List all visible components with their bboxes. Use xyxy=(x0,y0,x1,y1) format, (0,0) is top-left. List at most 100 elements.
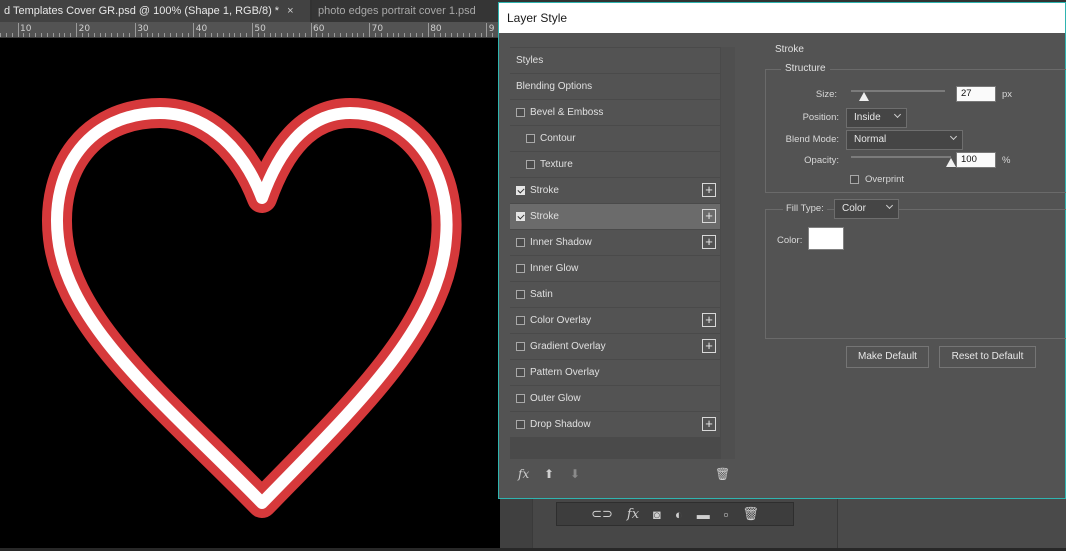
folder-icon[interactable]: ▬ xyxy=(697,507,710,522)
size-unit: px xyxy=(1002,89,1013,100)
style-item-label: Gradient Overlay xyxy=(530,341,606,352)
ruler-tick xyxy=(369,23,370,37)
document-tab-inactive[interactable]: photo edges portrait cover 1.psd xyxy=(312,0,500,22)
ruler-tick xyxy=(387,33,388,37)
make-default-button[interactable]: Make Default xyxy=(846,346,929,368)
link-icon[interactable]: ⊂⊃ xyxy=(591,506,613,522)
document-tab-active[interactable]: d Templates Cover GR.psd @ 100% (Shape 1… xyxy=(0,0,310,22)
ruler-tick xyxy=(217,33,218,37)
style-checkbox[interactable] xyxy=(516,212,525,221)
style-item[interactable]: Styles xyxy=(510,48,720,73)
ruler-tick xyxy=(463,33,464,37)
ruler-tick xyxy=(451,33,452,37)
ruler-tick xyxy=(12,33,13,37)
add-style-icon[interactable]: + xyxy=(702,235,716,249)
add-style-icon[interactable]: + xyxy=(702,209,716,223)
styles-list-scrollbar[interactable] xyxy=(721,47,735,459)
opacity-slider[interactable] xyxy=(851,156,951,158)
ruler-tick xyxy=(363,33,364,37)
style-checkbox[interactable] xyxy=(516,264,525,273)
add-style-icon[interactable]: + xyxy=(702,313,716,327)
style-checkbox[interactable] xyxy=(516,342,525,351)
style-checkbox[interactable] xyxy=(526,160,535,169)
fill-type-dropdown[interactable]: Color xyxy=(834,199,899,219)
style-item[interactable]: Contour xyxy=(510,126,720,151)
style-item-label: Contour xyxy=(540,133,576,144)
ruler-tick xyxy=(398,33,399,37)
opacity-slider-thumb[interactable] xyxy=(946,158,956,167)
opacity-input[interactable]: 100 xyxy=(956,152,996,168)
style-item[interactable]: Stroke + xyxy=(510,178,720,203)
opacity-label: Opacity: xyxy=(804,155,839,166)
style-checkbox[interactable] xyxy=(516,394,525,403)
style-item[interactable]: Drop Shadow + xyxy=(510,412,720,437)
style-item[interactable]: Inner Shadow + xyxy=(510,230,720,255)
ruler-tick xyxy=(199,33,200,37)
style-checkbox[interactable] xyxy=(526,134,535,143)
add-style-icon[interactable]: + xyxy=(702,339,716,353)
ruler-tick xyxy=(123,33,124,37)
blend-mode-dropdown[interactable]: Normal xyxy=(846,130,963,150)
ruler-tick xyxy=(445,33,446,37)
ruler-tick xyxy=(404,33,405,37)
ruler-tick xyxy=(311,23,312,37)
new-layer-icon[interactable]: ▫ xyxy=(724,507,729,522)
close-icon[interactable]: × xyxy=(287,0,293,22)
move-up-icon[interactable]: ⬆ xyxy=(544,467,554,481)
style-checkbox[interactable] xyxy=(516,290,525,299)
style-item[interactable]: Satin xyxy=(510,282,720,307)
style-checkbox[interactable] xyxy=(516,420,525,429)
ruler-tick xyxy=(434,33,435,37)
move-down-icon[interactable]: ⬇ xyxy=(570,467,580,481)
add-style-icon[interactable]: + xyxy=(702,183,716,197)
style-item[interactable]: Outer Glow xyxy=(510,386,720,411)
adjustment-icon[interactable]: ◐ xyxy=(675,507,683,522)
style-item[interactable]: Inner Glow xyxy=(510,256,720,281)
ruler-tick xyxy=(486,23,487,37)
color-swatch[interactable] xyxy=(808,227,844,250)
document-canvas[interactable] xyxy=(0,38,500,548)
overprint-checkbox[interactable] xyxy=(850,175,859,184)
fx-icon[interactable]: fx xyxy=(627,507,639,522)
style-checkbox[interactable] xyxy=(516,108,525,117)
ruler-tick xyxy=(188,33,189,37)
style-item[interactable]: Pattern Overlay xyxy=(510,360,720,385)
ruler-tick xyxy=(299,33,300,37)
reset-to-default-button[interactable]: Reset to Default xyxy=(939,346,1036,368)
trash-icon[interactable]: 🗑 xyxy=(742,506,759,522)
ruler-tick xyxy=(170,33,171,37)
ruler-tick xyxy=(340,33,341,37)
fill-type-label: Fill Type: xyxy=(783,203,827,214)
style-item[interactable]: Stroke + xyxy=(510,204,720,229)
document-tab-label: photo edges portrait cover 1.psd xyxy=(318,5,476,17)
style-item[interactable]: Gradient Overlay + xyxy=(510,334,720,359)
structure-title: Structure xyxy=(781,63,830,74)
heart-shape[interactable] xyxy=(0,38,500,548)
add-style-icon[interactable]: + xyxy=(702,417,716,431)
ruler-tick xyxy=(328,33,329,37)
ruler-tick xyxy=(147,33,148,37)
style-checkbox[interactable] xyxy=(516,368,525,377)
style-item[interactable]: Texture xyxy=(510,152,720,177)
dialog-title[interactable]: Layer Style xyxy=(499,3,1065,33)
style-item[interactable]: Color Overlay + xyxy=(510,308,720,333)
document-tab-label: d Templates Cover GR.psd @ 100% (Shape 1… xyxy=(4,5,280,17)
ruler-tick xyxy=(334,33,335,37)
trash-icon[interactable]: 🗑 xyxy=(715,467,730,481)
style-checkbox[interactable] xyxy=(516,186,525,195)
style-item[interactable]: Bevel & Emboss xyxy=(510,100,720,125)
position-dropdown[interactable]: Inside xyxy=(846,108,907,128)
style-checkbox[interactable] xyxy=(516,316,525,325)
size-slider-thumb[interactable] xyxy=(859,92,870,101)
style-checkbox[interactable] xyxy=(516,238,525,247)
style-item-label: Inner Shadow xyxy=(530,237,592,248)
fx-icon[interactable]: fx xyxy=(518,467,529,481)
size-input[interactable]: 27 xyxy=(956,86,996,102)
color-label: Color: xyxy=(777,235,803,246)
mask-icon[interactable]: ◙ xyxy=(653,507,661,522)
ruler-tick xyxy=(422,33,423,37)
position-label: Position: xyxy=(802,112,839,123)
ruler-tick xyxy=(416,33,417,37)
ruler-tick xyxy=(293,33,294,37)
style-item[interactable]: Blending Options xyxy=(510,74,720,99)
